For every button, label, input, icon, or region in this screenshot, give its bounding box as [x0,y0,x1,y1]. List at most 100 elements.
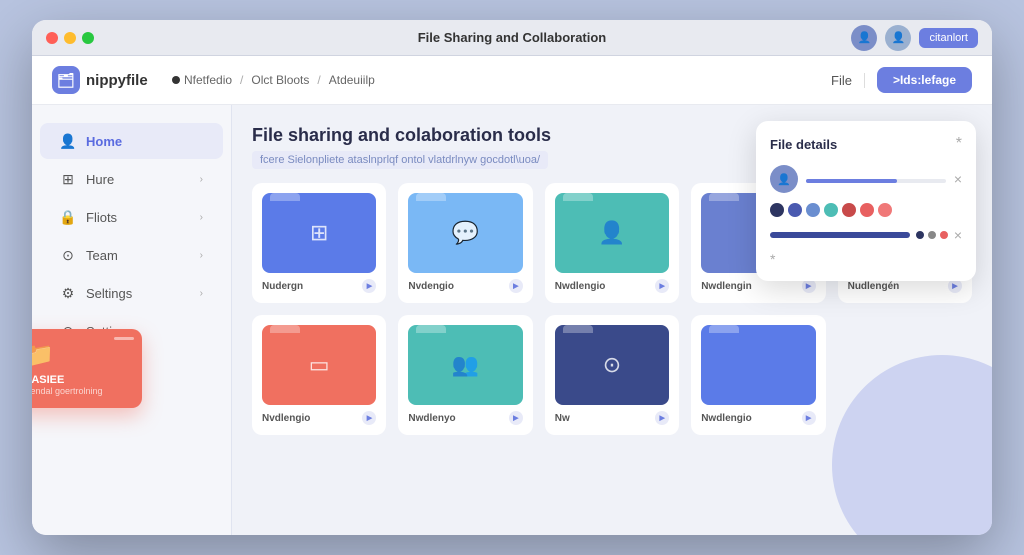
file-details-panel: File details * 👤 × [756,121,976,281]
sidebar-label-files: Fliots [86,210,190,225]
folder-card-r2-1: 👥 [408,325,522,405]
folder-tab-r2-2 [563,325,593,333]
panel-dot-indicator: * [770,251,962,267]
window-title: File Sharing and Collaboration [418,30,607,45]
folder-play-0[interactable]: ▶ [362,279,376,293]
breadcrumb-item-2[interactable]: Olct Bloots [251,73,309,87]
folder-play-r2-1[interactable]: ▶ [509,411,523,425]
color-dot-2[interactable] [806,203,820,217]
folder-name-r2-3: Nwdlengio ▶ [701,411,815,425]
folder-item-r2-0[interactable]: ▭ Nvdlengio ▶ [252,315,386,435]
logo: 🗂 nippyfile [52,66,152,94]
panel-progress-bar-2 [770,232,910,238]
panel-header: File details * [770,135,962,153]
panel-user-row: 👤 × [770,165,962,193]
folder-card-0: ⊞ [262,193,376,273]
title-action-btn[interactable]: citanlort [919,28,978,48]
team-icon: ⊙ [60,247,76,263]
sidebar-item-settings1[interactable]: ⚙ Seltings › [40,275,223,311]
folder-item-2[interactable]: 👤 Nwdlengio ▶ [545,183,679,303]
home-icon: 👤 [60,133,76,149]
folder-play-2[interactable]: ▶ [655,279,669,293]
folder-item-r2-2[interactable]: ⊙ Nw ▶ [545,315,679,435]
breadcrumb-sep-2: / [317,73,320,87]
settings1-arrow-icon: › [200,288,203,299]
folder-tab-3 [709,193,739,201]
sidebar-item-hub[interactable]: ⊞ Hure › [40,161,223,197]
panel-row-close-1[interactable]: × [954,171,962,187]
folder-item-1[interactable]: 💬 Nvdengio ▶ [398,183,532,303]
file-menu-btn[interactable]: File [831,73,865,88]
bar-dot-1 [928,231,936,239]
color-dot-5[interactable] [860,203,874,217]
panel-bar-dots [916,231,948,239]
logo-text: nippyfile [86,72,148,89]
breadcrumb-item-1[interactable]: Nfetfedio [172,73,232,87]
folder-handle [114,337,134,340]
folder-tab-r2-0 [270,325,300,333]
folder-name-2: Nwdlengio ▶ [555,279,669,293]
files-icon: 🔒 [60,209,76,225]
crumb-label-3: Atdeuiilp [329,73,375,87]
folder-name-4: Nudlengén ▶ [848,279,962,293]
folder-tab-1 [416,193,446,201]
panel-user-info [806,175,946,183]
folder-name-3: Nwdlengin ▶ [701,279,815,293]
folder-item-r2-1[interactable]: 👥 Nwdlenyo ▶ [398,315,532,435]
nav-action-button[interactable]: >Ids:lefage [877,67,972,93]
hub-arrow-icon: › [200,174,203,185]
floating-folder-icon: 📁 [32,341,130,370]
navbar: 🗂 nippyfile Nfetfedio / Olct Bloots / At… [32,56,992,105]
breadcrumb-item-3[interactable]: Atdeuiilp [329,73,375,87]
files-arrow-icon: › [200,212,203,223]
crumb-dot [172,76,180,84]
color-dot-6[interactable] [878,203,892,217]
color-dot-1[interactable] [788,203,802,217]
floating-folder-sub: Nendal goertrolning [32,386,130,396]
sidebar-item-files[interactable]: 🔒 Fliots › [40,199,223,235]
hub-icon: ⊞ [60,171,76,187]
folder-icon-2: 👤 [598,220,625,246]
folder-tab-r2-1 [416,325,446,333]
panel-close-btn[interactable]: * [956,135,962,153]
folder-icon-1: 💬 [452,220,479,246]
floating-folder-name: EASIEE [32,374,130,386]
floating-folder-card: 📁 EASIEE Nendal goertrolning [32,329,142,408]
folder-play-3[interactable]: ▶ [802,279,816,293]
team-arrow-icon: › [200,250,203,261]
folder-icon-0: ⊞ [310,220,328,246]
folder-card-1: 💬 [408,193,522,273]
color-dot-3[interactable] [824,203,838,217]
folder-name-1: Nvdengio ▶ [408,279,522,293]
folder-icon-r2-1: 👥 [452,352,479,378]
folder-tab-r2-3 [709,325,739,333]
folder-play-1[interactable]: ▶ [509,279,523,293]
nav-right: File >Ids:lefage [831,67,972,93]
panel-row-close-2[interactable]: × [954,227,962,243]
folder-tab-2 [563,193,593,201]
logo-icon: 🗂 [52,66,80,94]
folder-play-4[interactable]: ▶ [948,279,962,293]
title-bar: File Sharing and Collaboration 👤 👤 citan… [32,20,992,56]
color-dot-0[interactable] [770,203,784,217]
maximize-traffic-light[interactable] [82,32,94,44]
folder-card-r2-3 [701,325,815,405]
sidebar-label-home: Home [86,134,203,149]
sidebar-label-hub: Hure [86,172,190,187]
panel-bar-row: × [770,227,962,243]
folder-play-r2-0[interactable]: ▶ [362,411,376,425]
folder-play-r2-3[interactable]: ▶ [802,411,816,425]
traffic-lights [46,32,94,44]
folder-name-r2-0: Nvdlengio ▶ [262,411,376,425]
minimize-traffic-light[interactable] [64,32,76,44]
close-traffic-light[interactable] [46,32,58,44]
color-dot-4[interactable] [842,203,856,217]
panel-progress-fill [806,179,897,183]
breadcrumb: Nfetfedio / Olct Bloots / Atdeuiilp [172,73,811,87]
folder-play-r2-2[interactable]: ▶ [655,411,669,425]
sidebar-item-team[interactable]: ⊙ Team › [40,237,223,273]
folder-item-0[interactable]: ⊞ Nudergn ▶ [252,183,386,303]
folder-item-r2-3[interactable]: Nwdlengio ▶ [691,315,825,435]
sidebar-item-home[interactable]: 👤 Home [40,123,223,159]
bar-dot-0 [916,231,924,239]
